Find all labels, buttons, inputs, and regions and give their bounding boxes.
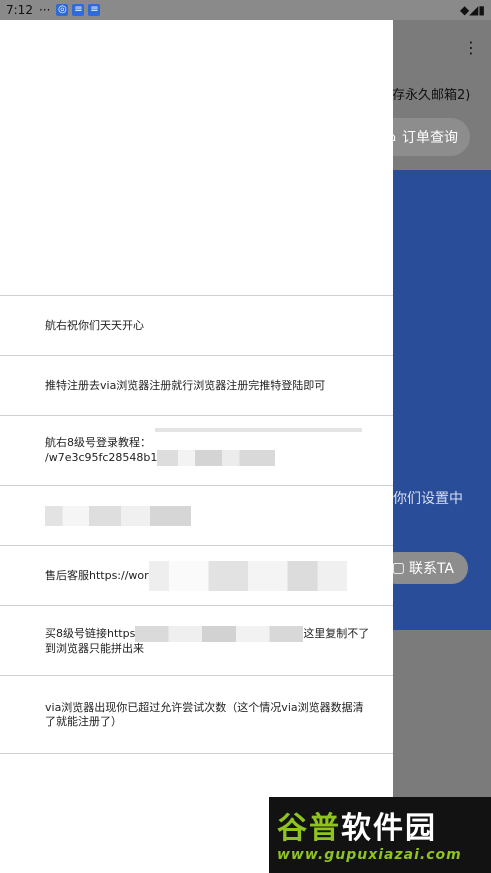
drawer-item-text: 推特注册去via浏览器注册就行浏览器注册完推特登陆即可 xyxy=(45,378,326,392)
app-notify-icon-2: ≡ xyxy=(88,4,101,16)
drawer-item-text-2: /w7e3c95fc28548b1 xyxy=(45,449,375,466)
watermark-url: www.gupuxiazai.com xyxy=(277,847,462,863)
drawer-item-3[interactable]: 航右8级号登录教程： /w7e3c95fc28548b1 xyxy=(0,416,393,486)
drawer-item-6[interactable]: 买8级号链接https 这里复制不了 到浏览器只能拼出来 xyxy=(0,606,393,676)
drawer-item-5[interactable]: 售后客服https://wor xyxy=(0,546,393,606)
background-banner-text: 你们设置中 xyxy=(393,491,463,507)
redacted-block xyxy=(135,625,304,642)
drawer-item-1[interactable]: 航右祝你们天天开心 xyxy=(0,296,393,356)
drawer-item-text: 航右8级号登录教程： xyxy=(45,435,151,449)
watermark-logo: 谷普软件园 xyxy=(277,811,437,846)
contact-label: 联系TA xyxy=(408,561,454,577)
signal-battery-icons: ◆◢▮ xyxy=(459,3,485,17)
status-time: 7:12 xyxy=(6,3,33,17)
drawer-item-text: 售后客服https://wor xyxy=(45,560,375,591)
status-bar: 7:12 ··· ◎ ≡ ≡ ◆◢▮ xyxy=(0,0,491,20)
drawer-list: 航右祝你们天天开心 推特注册去via浏览器注册就行浏览器注册完推特登陆即可 航右… xyxy=(0,295,393,754)
drawer-item-text: via浏览器出现你已超过允许尝试次数（这个情况via浏览器数据清 xyxy=(45,700,364,714)
status-dots: ··· xyxy=(38,3,51,17)
contact-button[interactable]: ▢ 联系TA xyxy=(380,552,468,584)
background-subtitle: 存永久邮箱2) xyxy=(392,88,471,103)
drawer-item-text-2: 了就能注册了） xyxy=(45,714,122,728)
redacted-block xyxy=(45,505,191,526)
drawer-header xyxy=(0,20,393,295)
drawer-item-7[interactable]: via浏览器出现你已超过允许尝试次数（这个情况via浏览器数据清 了就能注册了） xyxy=(0,676,393,754)
site-watermark: 谷普软件园 www.gupuxiazai.com xyxy=(269,797,491,873)
drawer-item-text: 买8级号链接https 这里复制不了 xyxy=(45,625,370,642)
globe-icon: ◎ xyxy=(56,4,69,16)
order-query-label: 订单查询 xyxy=(402,130,458,146)
drawer-item-4[interactable] xyxy=(0,486,393,546)
navigation-drawer: 航右祝你们天天开心 推特注册去via浏览器注册就行浏览器注册完推特登陆即可 航右… xyxy=(0,20,393,873)
more-options-icon[interactable]: ⋮ xyxy=(463,38,479,57)
redacted-block xyxy=(148,560,347,591)
drawer-item-text: 航右祝你们天天开心 xyxy=(45,318,144,332)
drawer-item-text-2: 到浏览器只能拼出来 xyxy=(45,641,144,655)
contact-icon: ▢ xyxy=(391,560,405,576)
drawer-item-2[interactable]: 推特注册去via浏览器注册就行浏览器注册完推特登陆即可 xyxy=(0,356,393,416)
redacted-bar xyxy=(155,428,362,432)
app-notify-icon: ≡ xyxy=(72,4,85,16)
redacted-block xyxy=(157,449,276,466)
